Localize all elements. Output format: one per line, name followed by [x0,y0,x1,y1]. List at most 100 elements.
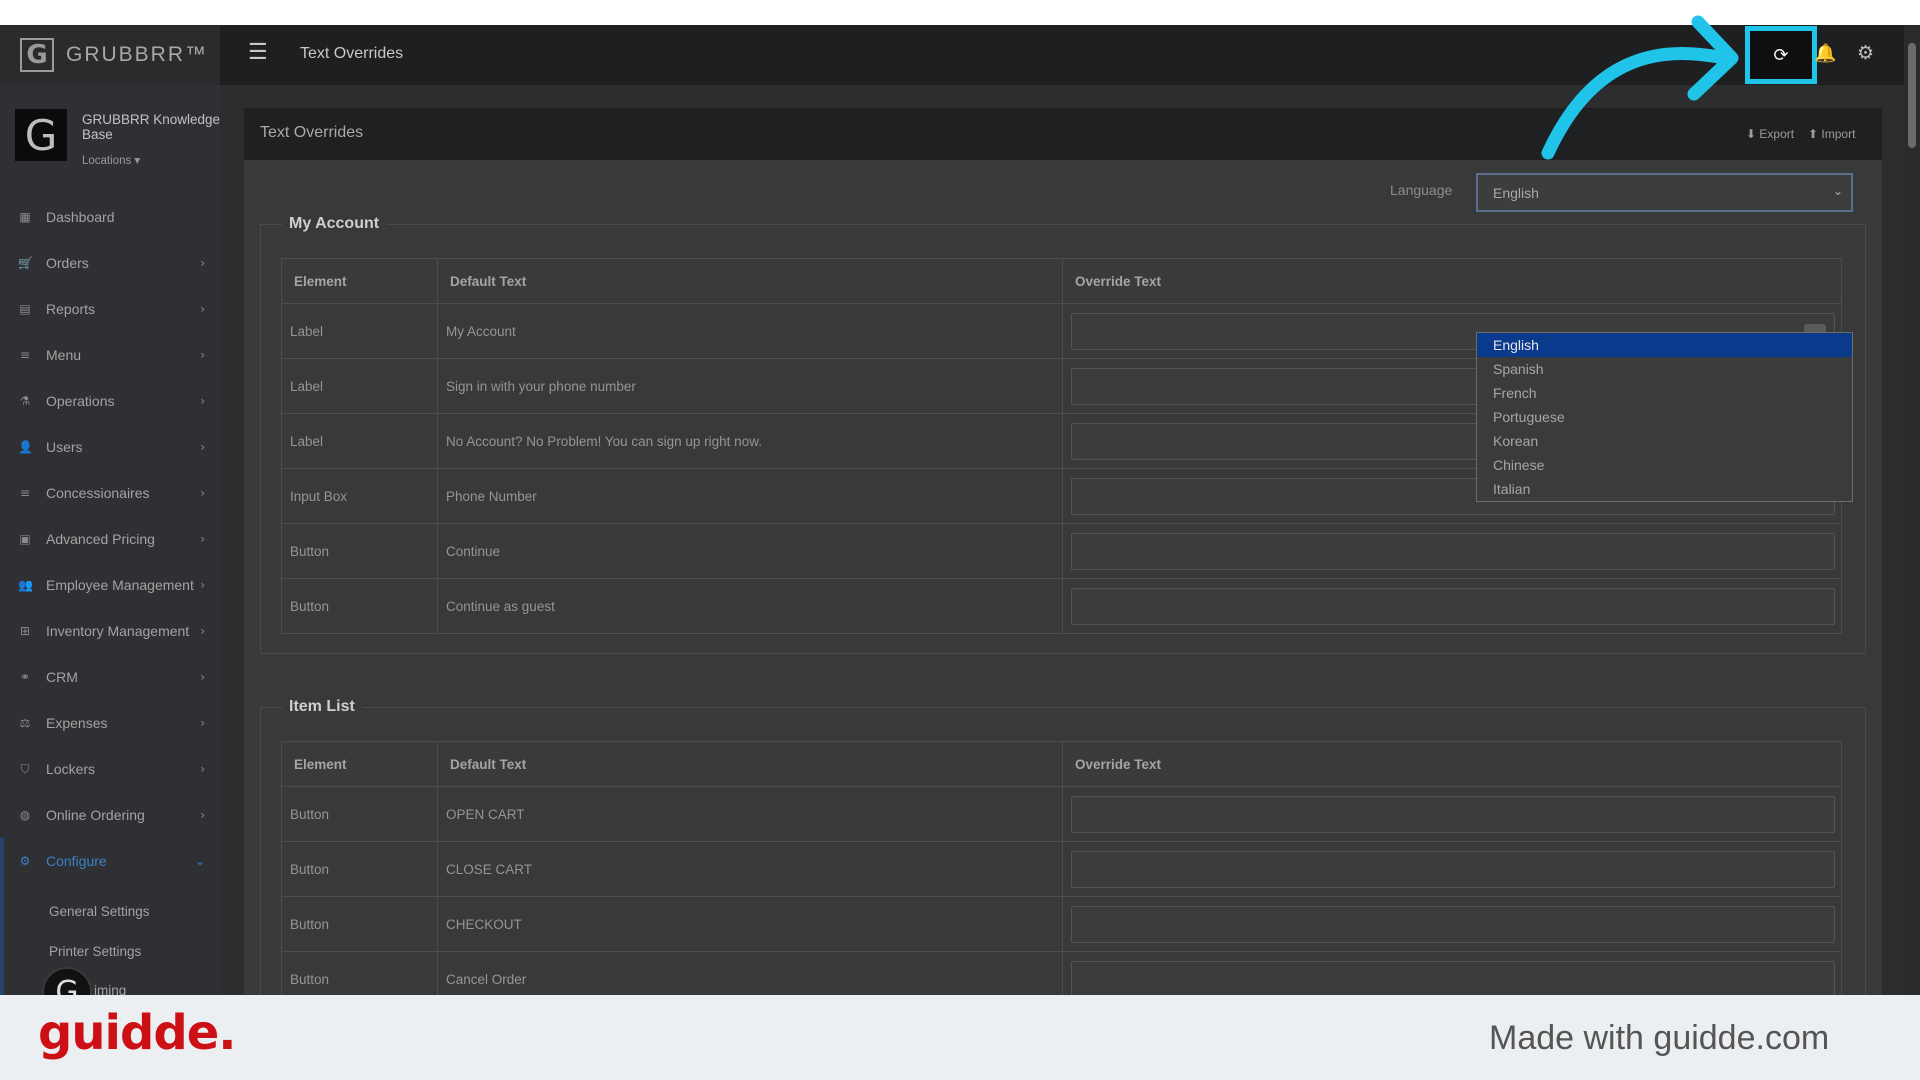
sidebar-item-dashboard[interactable]: ▦ Dashboard [0,194,220,240]
chevron-right-icon: › [200,256,205,270]
brand-logo-icon: G [20,38,54,72]
locker-icon: ⛉ [20,761,30,776]
report-icon: ▤ [19,302,31,316]
account-name: GRUBBRR Knowledge Base [82,112,220,142]
chevron-down-icon: ⌄ [1832,184,1843,198]
import-button[interactable]: ⬆ Import [1808,127,1855,141]
overrides-table: Element Default Text Override Text Butto… [281,741,1842,995]
language-option-korean[interactable]: Korean [1477,429,1852,453]
refresh-button[interactable]: ⟳ [1745,26,1817,84]
language-option-chinese[interactable]: Chinese [1477,453,1852,477]
cell-override [1062,951,1842,995]
table-row: Button Continue as guest [281,578,1842,634]
sidebar-item-configure[interactable]: ⚙ Configure ⌄ [0,838,220,884]
language-option-english[interactable]: English [1477,333,1852,357]
cell-element: Button [281,786,438,842]
language-option-portuguese[interactable]: Portuguese [1477,405,1852,429]
column-header-default: Default Text [437,258,1063,304]
column-header-override: Override Text [1062,258,1842,304]
top-bar: G GRUBBRR™ ☰ Text Overrides ⟳ 🔔 ⚙ [0,25,1904,85]
language-dropdown-list: English Spanish French Portuguese Korean Chin… [1476,332,1853,502]
cell-default-text: Phone Number [437,468,1063,524]
chevron-right-icon: › [200,302,205,316]
page-scrollbar[interactable] [1904,25,1920,995]
language-option-spanish[interactable]: Spanish [1477,357,1852,381]
refresh-icon: ⟳ [1773,44,1789,66]
cell-default-text: CHECKOUT [437,896,1063,952]
sidebar-item-employee-management[interactable]: 👥 Employee Management › [0,562,220,608]
sidebar-item-label: Dashboard [46,209,115,225]
override-text-input[interactable] [1071,795,1835,833]
cell-default-text: Continue as guest [437,578,1063,634]
users-icon: 👥 [18,578,33,592]
language-label: Language [1390,182,1453,198]
cell-element: Button [281,896,438,952]
money-icon: ▣ [19,532,31,546]
override-text-input[interactable] [1071,960,1835,995]
chevron-right-icon: › [200,762,205,776]
sidebar-item-online-ordering[interactable]: ◍ Online Ordering › [0,792,220,838]
language-option-italian[interactable]: Italian [1477,477,1852,501]
page-title: Text Overrides [300,45,404,62]
cell-override [1062,786,1842,842]
sidebar-item-crm[interactable]: ⚭ CRM › [0,654,220,700]
globe-icon: ◍ [19,808,31,822]
override-text-input[interactable] [1071,850,1835,888]
cell-default-text: No Account? No Problem! You can sign up … [437,413,1063,469]
sidebar-item-reports[interactable]: ▤ Reports › [0,286,220,332]
main-content: Text Overrides ⬇ Export ⬆ Import Languag… [220,85,1904,995]
sidebar-item-users[interactable]: 👤 Users › [0,424,220,470]
hamburger-menu-icon[interactable]: ☰ [248,41,270,63]
column-header-default: Default Text [437,741,1063,787]
sidebar-item-label: Expenses [46,715,108,731]
sidebar-item-label: Operations [46,393,115,409]
section-item-list: Item List Element Default Text Override … [260,698,1866,995]
gear-icon[interactable]: ⚙ [1857,42,1874,64]
bell-icon[interactable]: 🔔 [1814,43,1836,64]
panel-header: Text Overrides ⬇ Export ⬆ Import [244,108,1882,160]
scrollbar-thumb[interactable] [1908,43,1916,148]
chevron-right-icon: › [200,348,205,362]
language-option-french[interactable]: French [1477,381,1852,405]
sitemap-icon: ⊞ [19,624,31,638]
table-row: Button Cancel Order [281,951,1842,995]
sidebar-subitem-printer-settings[interactable]: Printer Settings [49,944,141,959]
chevron-right-icon: › [200,440,205,454]
chevron-right-icon: › [200,578,205,592]
export-button[interactable]: ⬇ Export [1746,127,1794,141]
guidde-logo: guidde. [38,1005,236,1061]
help-avatar-icon[interactable]: G [42,967,92,995]
link-icon: ⚭ [19,670,31,684]
sidebar-subitem-partial[interactable]: iming [94,983,126,995]
column-header-element: Element [281,258,438,304]
cell-element: Label [281,358,438,414]
sidebar-item-lockers[interactable]: ⛉ Lockers › [0,746,220,792]
sidebar: G GRUBBRR Knowledge Base Locations ▾ ▦ Da… [0,85,220,995]
sidebar-item-expenses[interactable]: ⚖ Expenses › [0,700,220,746]
sidebar-item-inventory-management[interactable]: ⊞ Inventory Management › [0,608,220,654]
sidebar-subitem-general-settings[interactable]: General Settings [49,904,150,919]
override-text-input[interactable] [1071,905,1835,943]
sidebar-item-label: Lockers [46,761,96,777]
brand[interactable]: G GRUBBRR™ [0,25,220,85]
sidebar-item-label: Users [46,439,83,455]
section-title: Item List [282,698,362,716]
panel-title: Text Overrides [260,124,364,141]
sidebar-item-concessionaires[interactable]: ≡ Concessionaires › [0,470,220,516]
chevron-right-icon: › [200,394,205,408]
cell-element: Button [281,841,438,897]
chevron-right-icon: › [200,532,205,546]
language-select[interactable]: English ⌄ [1476,173,1853,212]
sidebar-item-advanced-pricing[interactable]: ▣ Advanced Pricing › [0,516,220,562]
cell-default-text: Cancel Order [437,951,1063,995]
sidebar-item-operations[interactable]: ⚗ Operations › [0,378,220,424]
override-text-input[interactable] [1071,587,1835,625]
active-section-indicator [0,838,4,995]
sidebar-item-orders[interactable]: 🛒 Orders › [0,240,220,286]
locations-dropdown[interactable]: Locations ▾ [82,153,140,167]
sidebar-item-label: Inventory Management [46,623,190,639]
sidebar-item-label: CRM [46,669,78,685]
sidebar-item-label: Reports [46,301,96,317]
sidebar-item-menu[interactable]: ≡ Menu › [0,332,220,378]
override-text-input[interactable] [1071,532,1835,570]
